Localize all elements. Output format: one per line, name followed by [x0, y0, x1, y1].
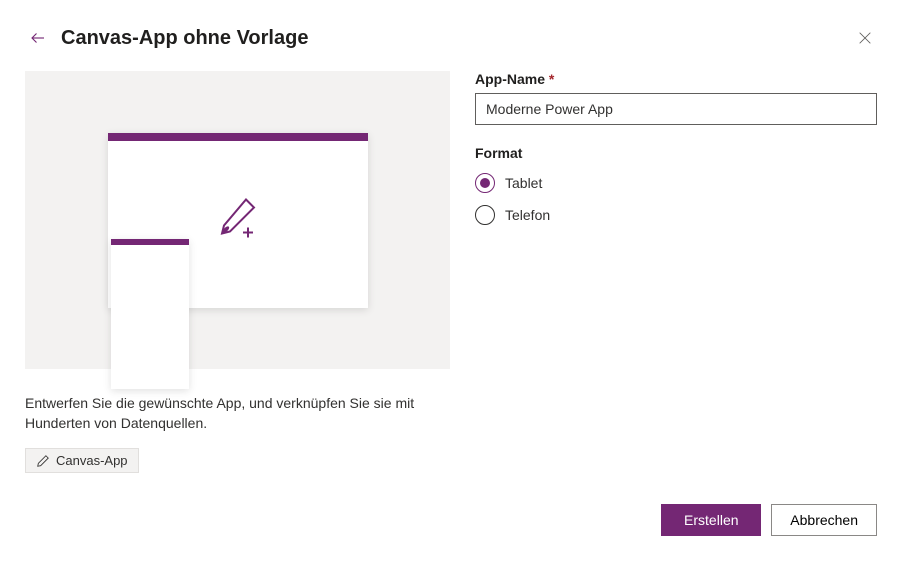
dialog-content: Entwerfen Sie die gewünschte App, und ve…	[25, 71, 877, 504]
phone-preview-frame	[111, 239, 189, 389]
radio-tablet-circle	[475, 173, 495, 193]
app-name-label: App-Name *	[475, 71, 877, 87]
radio-phone-circle	[475, 205, 495, 225]
radio-option-tablet[interactable]: Tablet	[475, 173, 877, 193]
close-button[interactable]	[853, 26, 877, 50]
required-indicator: *	[549, 71, 554, 87]
radio-tablet-label: Tablet	[505, 175, 542, 191]
tag-label: Canvas-App	[56, 453, 128, 468]
pencil-plus-icon	[214, 194, 262, 247]
pencil-icon	[36, 454, 50, 468]
close-icon	[857, 30, 873, 46]
radio-option-phone[interactable]: Telefon	[475, 205, 877, 225]
radio-tablet-dot	[480, 178, 490, 188]
format-label: Format	[475, 145, 877, 161]
arrow-left-icon	[29, 29, 47, 47]
cancel-button[interactable]: Abbrechen	[771, 504, 877, 536]
app-type-tag: Canvas-App	[25, 448, 139, 473]
create-app-dialog: Canvas-App ohne Vorlage	[0, 0, 902, 561]
dialog-footer: Erstellen Abbrechen	[25, 504, 877, 536]
right-column: App-Name * Format Tablet Telefon	[475, 71, 877, 504]
left-column: Entwerfen Sie die gewünschte App, und ve…	[25, 71, 450, 504]
dialog-header: Canvas-App ohne Vorlage	[25, 25, 877, 51]
app-name-input[interactable]	[475, 93, 877, 125]
radio-phone-label: Telefon	[505, 207, 550, 223]
app-preview	[25, 71, 450, 369]
phone-title-bar	[111, 239, 189, 245]
app-description: Entwerfen Sie die gewünschte App, und ve…	[25, 394, 425, 433]
dialog-title: Canvas-App ohne Vorlage	[61, 27, 308, 50]
tablet-title-bar	[108, 133, 368, 141]
back-button[interactable]	[25, 25, 51, 51]
create-button[interactable]: Erstellen	[661, 504, 761, 536]
header-left: Canvas-App ohne Vorlage	[25, 25, 308, 51]
